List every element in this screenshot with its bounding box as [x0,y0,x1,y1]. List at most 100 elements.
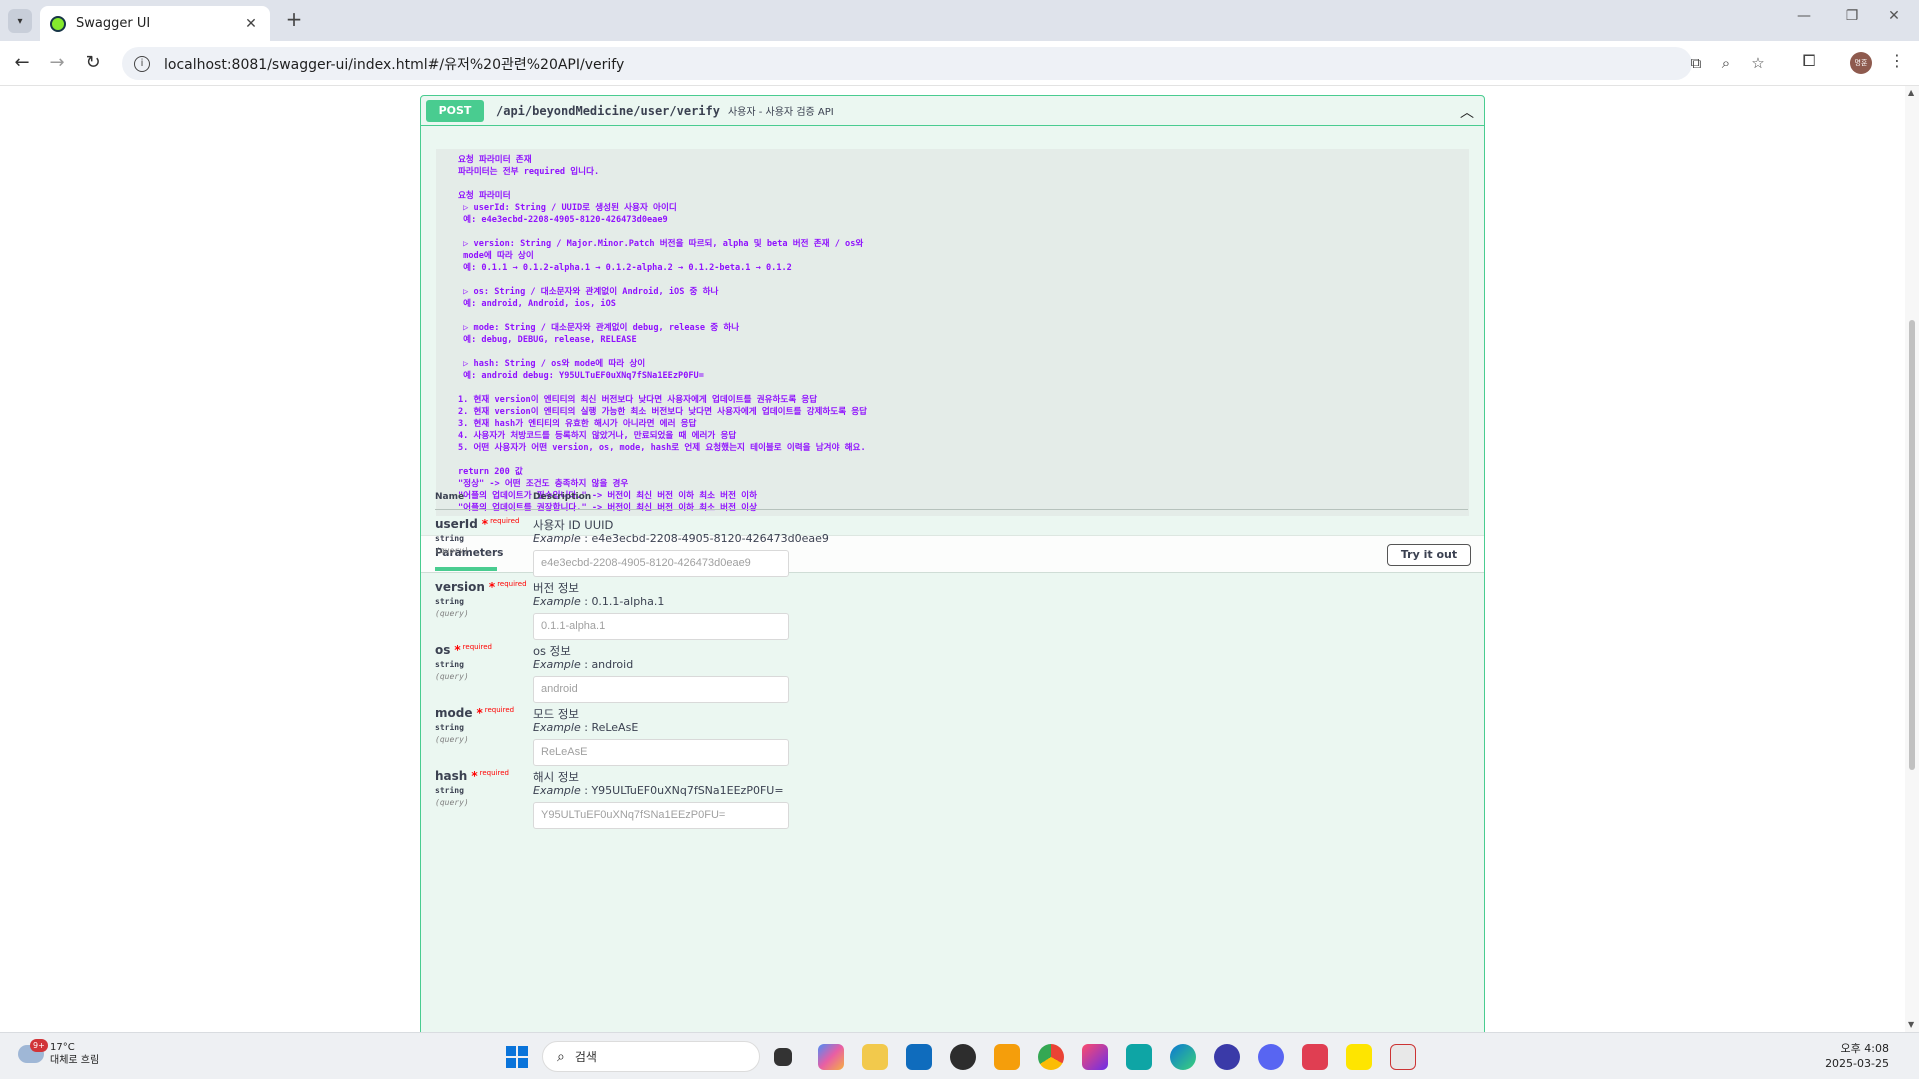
parameter-location: (query) [435,609,469,618]
parameter-name: mode * required [435,706,515,720]
parameter-input-os[interactable]: android [533,676,789,703]
page-scrollbar[interactable]: ▲ ▼ [1905,86,1919,1032]
copilot-icon[interactable] [818,1044,844,1070]
parameter-example: Example : android [533,658,634,671]
sublime-icon[interactable] [994,1044,1020,1070]
discord-icon[interactable] [1258,1044,1284,1070]
zoom-icon[interactable]: ⌕ [1716,54,1736,72]
parameter-location: (query) [435,735,469,744]
cloud-icon: 9+ [18,1039,48,1063]
example-label: Example [533,595,581,608]
close-window-icon[interactable]: ✕ [1874,8,1914,24]
outlook-icon[interactable] [906,1044,932,1070]
required-star: * [471,769,478,783]
parameter-name: userId * required [435,517,520,531]
terminal-icon[interactable] [1126,1044,1152,1070]
profile-avatar[interactable]: 명훈 [1850,52,1872,74]
example-label: Example [533,658,581,671]
scroll-thumb[interactable] [1909,320,1915,770]
site-info-icon[interactable]: i [134,55,150,72]
operation-description: 요청 파라미터 존재 파라미터는 전부 required 입니다. 요청 파라미… [436,149,1469,516]
translate-icon[interactable]: ⧉ [1686,54,1706,72]
example-value: 0.1.1-alpha.1 [591,595,665,608]
parameter-type: string [435,597,464,606]
required-label: required [479,769,509,777]
address-bar[interactable]: i localhost:8081/swagger-ui/index.html#/… [122,47,1765,80]
parameter-name: os * required [435,643,493,657]
app-icon-2[interactable] [1302,1044,1328,1070]
taskbar-search[interactable]: ⌕ 검색 [542,1041,760,1072]
swagger-favicon-icon [50,15,66,32]
extensions-icon[interactable]: ⧠ [1797,51,1821,71]
parameter-input-mode[interactable]: ReLeAsE [533,739,789,766]
bookmark-star-icon[interactable]: ☆ [1748,54,1768,72]
forward-icon[interactable]: → [44,51,70,77]
parameter-input-version[interactable]: 0.1.1-alpha.1 [533,613,789,640]
parameter-type: string [435,660,464,669]
scroll-down-icon[interactable]: ▼ [1908,1020,1914,1029]
description-text: 요청 파라미터 존재 파라미터는 전부 required 입니다. 요청 파라미… [458,155,868,513]
clock-time: 오후 4:08 [1840,1042,1889,1055]
new-tab-icon[interactable]: + [282,8,306,32]
example-label: Example [533,532,581,545]
tab-strip: ▾ Swagger UI ✕ + — ❐ ✕ [0,0,1919,41]
system-clock[interactable]: 오후 4:08 2025-03-25 [1825,1041,1889,1071]
required-label: required [490,517,520,525]
swagger-page: POST /api/beyondMedicine/user/verify 사용자… [0,86,1905,1032]
operation-path: /api/beyondMedicine/user/verify [496,103,720,118]
weather-widget[interactable]: 9+ 17°C 대체로 흐림 [18,1039,99,1067]
parameter-example: Example : ReLeAsE [533,721,639,734]
chevron-up-icon[interactable]: ︿ [1460,102,1474,122]
parameter-description: 사용자 ID UUID [533,518,614,532]
example-value: e4e3ecbd-2208-4905-8120-426473d0eae9 [591,532,829,545]
example-label: Example [533,721,581,734]
example-value: Y95ULTuEF0uXNq7fSNa1EEzP0FU= [591,784,784,797]
parameter-description: 버전 정보 [533,581,579,595]
url-text: localhost:8081/swagger-ui/index.html#/유저… [164,56,625,73]
temperature: 17°C [50,1042,75,1053]
parameter-location: (query) [435,672,469,681]
windows-start-icon[interactable] [506,1046,528,1068]
back-icon[interactable]: ← [9,51,35,77]
tab-search-icon[interactable]: ▾ [8,9,32,33]
edge-icon[interactable] [1170,1044,1196,1070]
parameter-type: string [435,786,464,795]
task-view-icon[interactable] [774,1048,792,1066]
search-icon: ⌕ [557,1048,565,1065]
parameter-row-hash: hash * required string (query) 해시 정보 Example :… [435,769,1468,831]
chrome-icon[interactable] [1038,1044,1064,1070]
snipping-tool-icon[interactable] [1390,1044,1416,1070]
parameter-input-userId[interactable]: e4e3ecbd-2208-4905-8120-426473d0eae9 [533,550,789,577]
parameter-description: os 정보 [533,644,571,658]
active-tab[interactable]: Swagger UI ✕ [40,6,270,41]
file-explorer-icon[interactable] [862,1044,888,1070]
scroll-up-icon[interactable]: ▲ [1908,88,1914,97]
kakaotalk-icon[interactable] [1346,1044,1372,1070]
intellij-icon[interactable] [1082,1044,1108,1070]
operation-summary[interactable]: POST /api/beyondMedicine/user/verify 사용자… [421,96,1484,126]
column-header-description: Description [533,492,592,502]
required-star: * [481,517,489,531]
parameter-location: (query) [435,546,469,555]
parameter-row-version: version * required string (query) 버전 정보 Exampl… [435,580,1468,642]
app-icon-1[interactable] [1214,1044,1240,1070]
example-value: ReLeAsE [591,721,639,734]
parameter-name: hash * required [435,769,509,783]
minimize-icon[interactable]: — [1784,8,1824,24]
example-label: Example [533,784,581,797]
tab-close-icon[interactable]: ✕ [242,16,260,32]
parameter-row-mode: mode * required string (query) 모드 정보 Example :… [435,706,1468,768]
parameter-type: string [435,723,464,732]
menu-kebab-icon[interactable]: ⋮ [1885,51,1909,70]
restore-icon[interactable]: ❐ [1832,8,1872,24]
required-star: * [454,643,461,657]
hs-app-icon[interactable] [950,1044,976,1070]
example-value: android [591,658,634,671]
required-star: * [476,706,483,720]
parameter-row-os: os * required string (query) os 정보 Example : a… [435,643,1468,705]
reload-icon[interactable]: ↻ [80,51,106,77]
browser-toolbar: ← → ↻ i localhost:8081/swagger-ui/index.… [0,41,1919,86]
parameter-description: 모드 정보 [533,707,579,721]
parameter-input-hash[interactable]: Y95ULTuEF0uXNq7fSNa1EEzP0FU= [533,802,789,829]
header-divider [435,509,1468,510]
